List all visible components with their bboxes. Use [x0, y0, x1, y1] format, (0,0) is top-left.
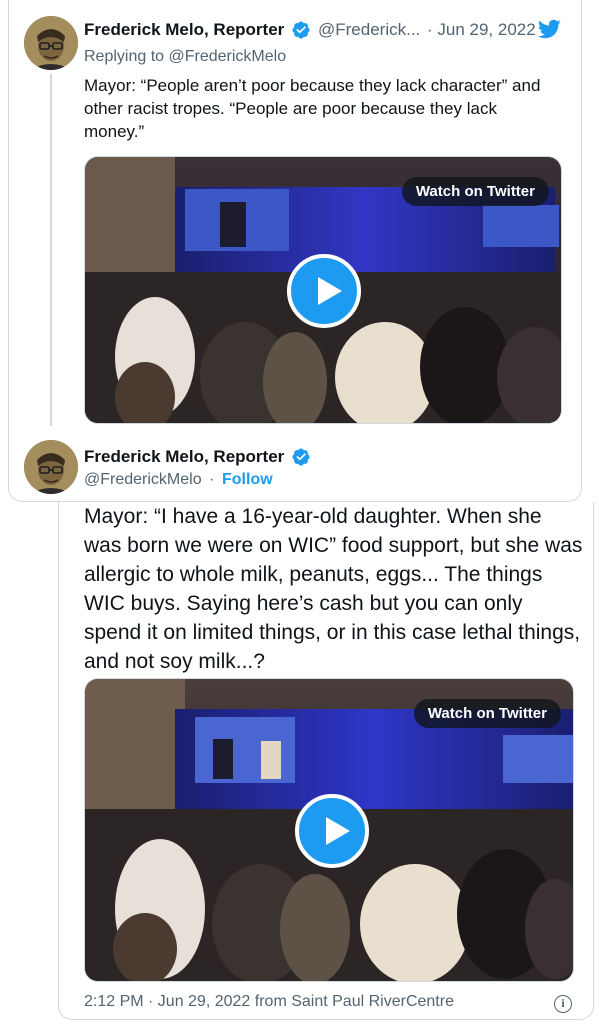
tweet-date[interactable]: · Jun 29, 2022 [427, 20, 536, 40]
verified-badge-icon [292, 21, 310, 39]
author-handle[interactable]: @Frederick... [318, 20, 420, 40]
info-icon[interactable]: i [554, 995, 572, 1013]
verified-badge-icon [292, 448, 310, 466]
author-avatar[interactable] [24, 440, 78, 494]
play-button-icon[interactable] [295, 794, 369, 868]
avatar-illustration [24, 16, 78, 70]
follow-button[interactable]: Follow [222, 471, 273, 489]
watch-on-twitter-button[interactable]: Watch on Twitter [401, 177, 549, 206]
avatar-illustration [24, 440, 78, 494]
author-handle[interactable]: @FrederickMelo [84, 471, 202, 489]
replying-to: Replying to @FrederickMelo [84, 48, 286, 66]
tweet-text: Mayor: “People aren’t poor because they … [84, 76, 541, 141]
play-button-icon[interactable] [287, 254, 361, 328]
author-name[interactable]: Frederick Melo, Reporter [84, 20, 284, 40]
watch-on-twitter-button[interactable]: Watch on Twitter [413, 699, 561, 728]
tweet-timestamp[interactable]: 2:12 PM · Jun 29, 2022 from Saint Paul R… [84, 993, 454, 1011]
author-name[interactable]: Frederick Melo, Reporter [84, 447, 284, 467]
thread-connector [50, 74, 52, 426]
replying-to-prefix: Replying to [84, 48, 165, 65]
twitter-bird-icon[interactable] [535, 17, 563, 41]
replying-to-handle[interactable]: @FrederickMelo [169, 48, 287, 65]
video-player[interactable]: Watch on Twitter [84, 678, 574, 982]
video-player[interactable]: Watch on Twitter [84, 156, 562, 424]
author-avatar[interactable] [24, 16, 78, 70]
tweet-text: Mayor: “I have a 16-year-old daughter. W… [84, 505, 583, 673]
separator-dot: · [209, 471, 215, 488]
